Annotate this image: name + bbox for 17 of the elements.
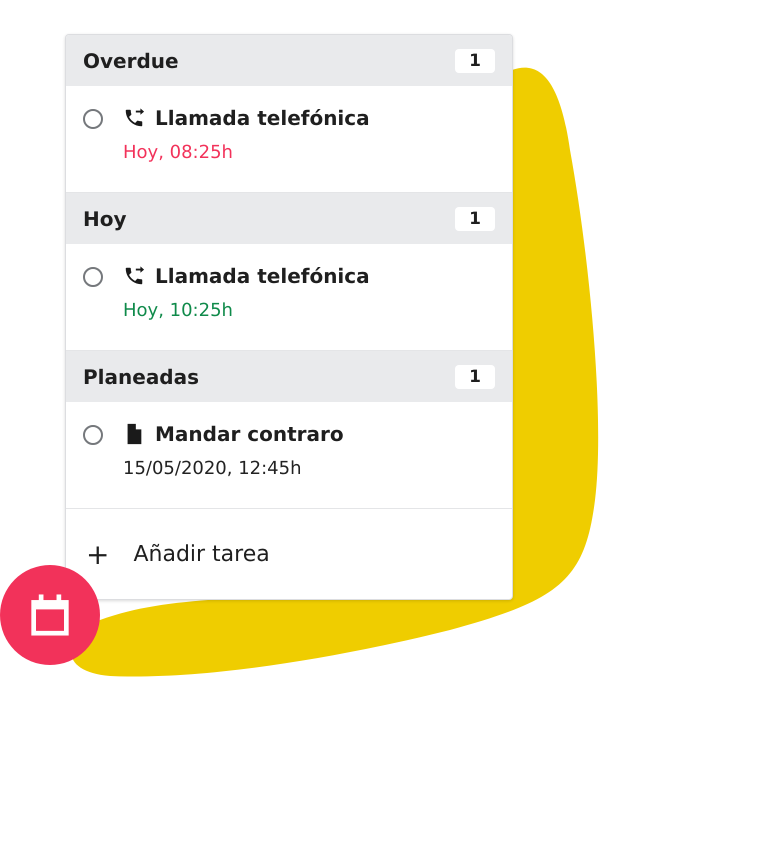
task-checkbox[interactable]	[83, 109, 103, 129]
phone-icon	[123, 265, 145, 287]
section-title: Hoy	[83, 206, 127, 230]
task-title[interactable]: Llamada telefónica	[155, 264, 370, 288]
count-badge: 1	[455, 364, 495, 388]
due-time: Hoy, 10:25h	[123, 300, 234, 321]
section-title: Planeadas	[83, 364, 200, 388]
due-time: Hoy, 08:25h	[123, 142, 234, 163]
task-title[interactable]: Mandar contraro	[155, 422, 344, 446]
due-time: 15/05/2020, 12:45h	[123, 458, 302, 479]
phone-icon	[123, 107, 145, 129]
task-checkbox[interactable]	[83, 425, 103, 445]
count-badge: 1	[455, 48, 495, 72]
task-checkbox[interactable]	[83, 267, 103, 287]
count-badge: 1	[455, 206, 495, 230]
task-title[interactable]: Llamada telefónica	[155, 106, 370, 130]
section-title: Overdue	[83, 48, 179, 72]
